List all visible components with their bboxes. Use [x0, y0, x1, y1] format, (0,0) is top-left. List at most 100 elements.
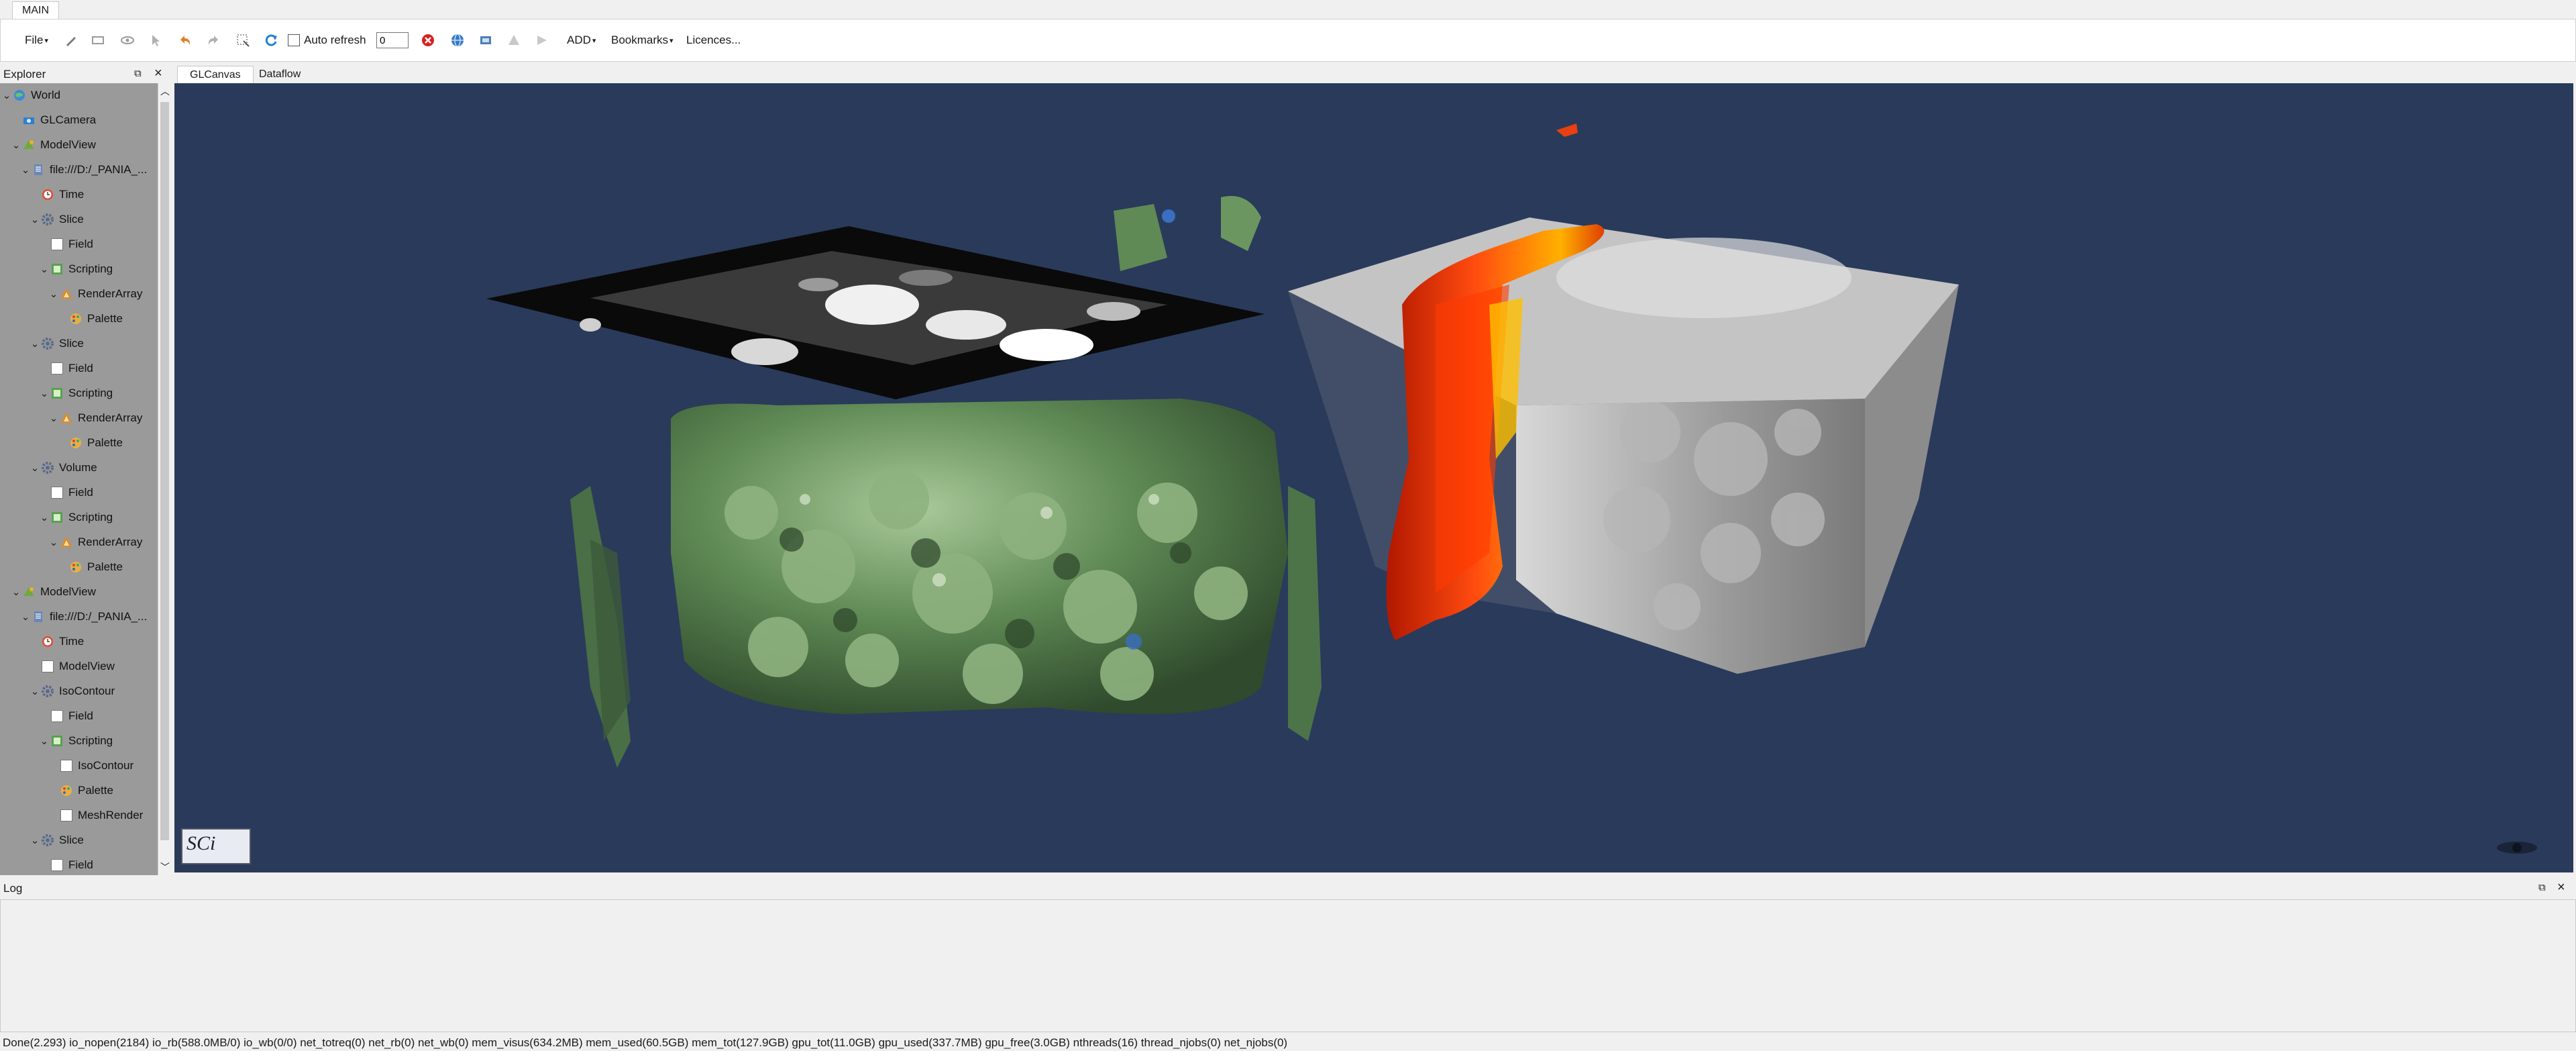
licences-label: Licences...	[686, 34, 741, 46]
tree-node-palette[interactable]: Palette	[48, 779, 113, 803]
tree-node-modelview[interactable]: ⌄ ModelView	[11, 580, 96, 604]
expand-chevron-icon[interactable]: ⌄	[48, 412, 59, 424]
tree-node-label: Scripting	[68, 262, 113, 275]
expand-chevron-icon[interactable]: ⌄	[39, 735, 50, 747]
expand-chevron-icon[interactable]: ⌄	[30, 462, 40, 474]
explorer-scrollbar[interactable]: ︿ ﹀	[158, 83, 172, 875]
expand-chevron-icon[interactable]: ⌄	[48, 288, 59, 300]
chevron-down-icon[interactable]: ﹀	[158, 860, 172, 874]
export-button[interactable]	[477, 19, 494, 61]
pick-button[interactable]	[147, 19, 164, 61]
float-icon[interactable]: ⧉	[134, 68, 142, 79]
chevron-up-icon[interactable]: ︿	[158, 85, 172, 98]
zoom-select-icon	[234, 32, 252, 49]
arrow-button[interactable]	[533, 19, 551, 61]
file-menu[interactable]: File ▾	[25, 19, 48, 61]
redo-button[interactable]	[205, 19, 222, 61]
close-icon[interactable]: ×	[2557, 880, 2565, 895]
tree-node-palette[interactable]: Palette	[58, 307, 123, 331]
tree-node-isocontour[interactable]: ⌄ IsoContour	[30, 679, 115, 703]
tree-node-file-d-pania[interactable]: ⌄ file:///D:/_PANIA_...	[20, 605, 147, 629]
expand-chevron-icon[interactable]: ⌄	[39, 263, 50, 275]
bookmarks-menu[interactable]: Bookmarks ▾	[611, 19, 674, 61]
add-menu[interactable]: ADD ▾	[567, 19, 596, 61]
float-icon[interactable]: ⧉	[2538, 882, 2546, 893]
tree-node-field[interactable]: Field	[39, 704, 93, 728]
tree-node-palette[interactable]: Palette	[58, 555, 123, 579]
export-icon	[477, 32, 494, 49]
toolbar: File▾ Auto refresh AD	[0, 19, 2576, 62]
chevron-down-icon: ▾	[669, 36, 674, 45]
tree-node-field[interactable]: Field	[39, 232, 93, 256]
expand-chevron-icon[interactable]: ⌄	[11, 139, 21, 151]
tree-node-field[interactable]: Field	[39, 853, 93, 875]
expand-chevron-icon[interactable]: ⌄	[30, 338, 40, 350]
expand-chevron-icon[interactable]: ⌄	[1, 89, 12, 101]
gl-canvas-viewport[interactable]: SCi	[174, 83, 2573, 872]
expand-chevron-icon[interactable]: ⌄	[20, 611, 31, 623]
edit-button[interactable]	[62, 19, 80, 61]
tab-main[interactable]: MAIN	[12, 1, 59, 19]
globe-icon	[449, 32, 466, 49]
tree-node-glcamera[interactable]: GLCamera	[11, 108, 96, 132]
expand-chevron-icon[interactable]: ⌄	[30, 685, 40, 697]
tree-node-slice[interactable]: ⌄ Slice	[30, 828, 84, 852]
explorer-tree: ⌄ World GLCamera ⌄ ModelView ⌄ file:///D:/_PAN…	[0, 83, 158, 875]
tree-node-field[interactable]: Field	[39, 481, 93, 505]
view-button[interactable]	[119, 19, 136, 61]
expand-chevron-icon[interactable]: ⌄	[11, 586, 21, 598]
triangle-button[interactable]	[505, 19, 523, 61]
refresh-interval-input[interactable]	[376, 32, 409, 48]
refresh-button[interactable]	[262, 19, 280, 61]
tree-node-label: Slice	[59, 337, 84, 350]
tree-node-slice[interactable]: ⌄ Slice	[30, 332, 84, 356]
tree-node-meshrender[interactable]: MeshRender	[48, 803, 143, 828]
tree-node-label: RenderArray	[78, 411, 143, 424]
tree-node-scripting[interactable]: ⌄ Scripting	[39, 505, 113, 530]
tree-node-slice[interactable]: ⌄ Slice	[30, 207, 84, 232]
tree-node-modelview[interactable]: ModelView	[30, 654, 115, 679]
tree-node-renderarray[interactable]: ⌄ RenderArray	[48, 406, 143, 430]
tree-node-volume[interactable]: ⌄ Volume	[30, 456, 97, 480]
tab-glcanvas[interactable]: GLCanvas	[177, 66, 254, 83]
tree-node-modelview[interactable]: ⌄ ModelView	[11, 133, 96, 157]
tree-node-scripting[interactable]: ⌄ Scripting	[39, 381, 113, 405]
log-output[interactable]	[0, 899, 2576, 1032]
tree-node-time[interactable]: Time	[30, 630, 84, 654]
select-icon	[89, 32, 107, 49]
tree-node-world[interactable]: ⌄ World	[1, 83, 60, 107]
tree-node-label: file:///D:/_PANIA_...	[50, 610, 148, 623]
expand-chevron-icon[interactable]: ⌄	[20, 164, 31, 176]
tree-node-scripting[interactable]: ⌄ Scripting	[39, 257, 113, 281]
select-button[interactable]	[89, 19, 107, 61]
stop-button[interactable]	[419, 19, 437, 61]
tree-node-file-d-pania[interactable]: ⌄ file:///D:/_PANIA_...	[20, 158, 147, 182]
zoom-select-button[interactable]	[234, 19, 252, 61]
view-eye-icon[interactable]	[2496, 838, 2538, 860]
close-icon[interactable]: ×	[154, 66, 162, 81]
tab-dataflow[interactable]: Dataflow	[247, 66, 313, 83]
auto-refresh-box[interactable]	[288, 34, 300, 46]
undo-button[interactable]	[176, 19, 194, 61]
gear-icon	[40, 212, 55, 227]
tree-node-isocontour[interactable]: IsoContour	[48, 754, 133, 778]
script-icon	[50, 386, 64, 401]
tree-node-renderarray[interactable]: ⌄ RenderArray	[48, 282, 143, 306]
tree-node-palette[interactable]: Palette	[58, 431, 123, 455]
tree-node-scripting[interactable]: ⌄ Scripting	[39, 729, 113, 753]
tree-node-renderarray[interactable]: ⌄ RenderArray	[48, 530, 143, 554]
expand-chevron-icon[interactable]: ⌄	[39, 387, 50, 399]
licences-link[interactable]: Licences...	[686, 19, 741, 61]
tree-node-label: RenderArray	[78, 287, 143, 300]
auto-refresh-checkbox[interactable]: Auto refresh	[288, 19, 366, 61]
expand-chevron-icon[interactable]: ⌄	[39, 511, 50, 523]
tree-node-label: Field	[68, 362, 93, 374]
tree-node-time[interactable]: Time	[30, 183, 84, 207]
scroll-thumb[interactable]	[160, 102, 169, 840]
stop-icon	[419, 32, 437, 49]
expand-chevron-icon[interactable]: ⌄	[30, 213, 40, 226]
expand-chevron-icon[interactable]: ⌄	[48, 536, 59, 548]
tree-node-field[interactable]: Field	[39, 356, 93, 381]
network-button[interactable]	[449, 19, 466, 61]
expand-chevron-icon[interactable]: ⌄	[30, 834, 40, 846]
